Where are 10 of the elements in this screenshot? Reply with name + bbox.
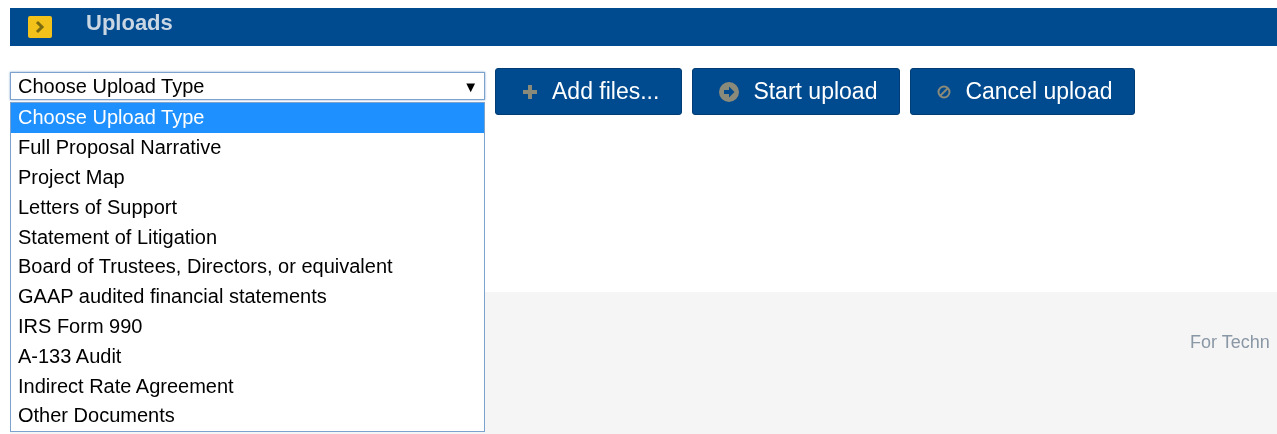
section-title: Uploads <box>86 10 173 36</box>
plus-icon <box>522 83 538 100</box>
footer-text: For Techn <box>1190 332 1270 352</box>
upload-type-select[interactable]: Choose Upload Type ▼ <box>10 72 485 100</box>
add-files-button[interactable]: Add files... <box>495 68 683 115</box>
chevron-icon <box>28 16 52 38</box>
start-upload-button[interactable]: Start upload <box>692 68 901 115</box>
arrow-circle-icon <box>719 81 740 102</box>
cancel-upload-button[interactable]: Cancel upload <box>910 68 1136 115</box>
ban-icon <box>937 84 952 99</box>
